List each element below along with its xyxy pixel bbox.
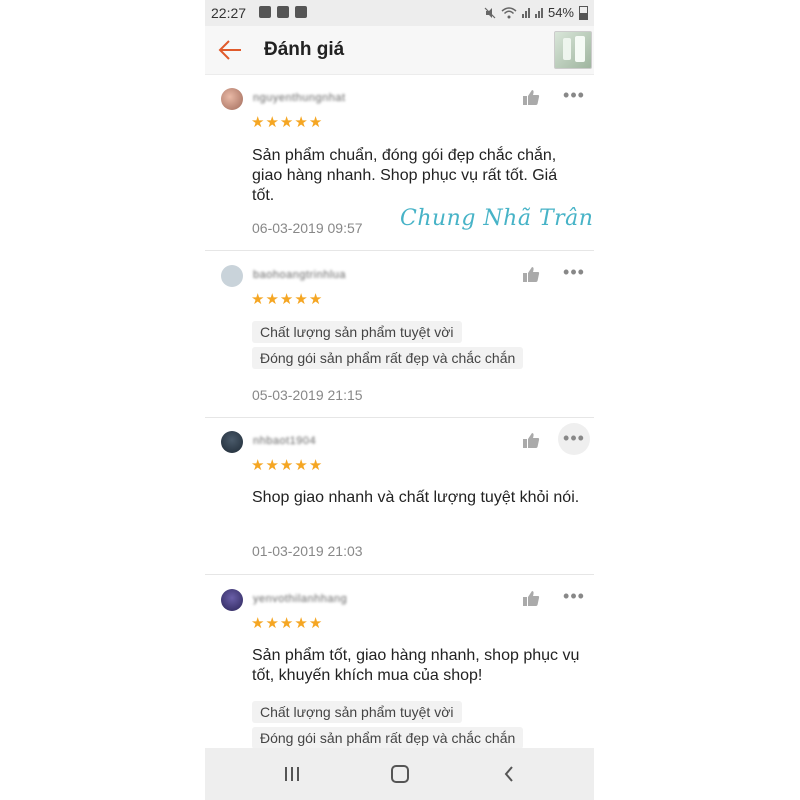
thumbs-up-icon[interactable]: [522, 432, 540, 449]
notification-icons: [259, 6, 307, 18]
reviewer-name[interactable]: baohoangtrinhlua: [253, 269, 346, 281]
phone-screen: 22:27 54% Đánh giá nguyenthungnhat ••• ★…: [205, 0, 594, 800]
star-icon: ★: [265, 114, 279, 131]
star-icon: ★: [294, 457, 308, 474]
thumbs-up-icon[interactable]: [522, 266, 540, 283]
system-icons: 54%: [484, 5, 588, 20]
review-comment: Shop giao nhanh và chất lượng tuyệt khỏi…: [252, 489, 580, 506]
star-icon: ★: [308, 615, 323, 632]
rating-stars: ★ ★ ★ ★ ★: [251, 458, 322, 473]
rating-stars: ★ ★ ★ ★ ★: [251, 292, 322, 307]
star-icon: ★: [251, 114, 265, 131]
more-options-icon[interactable]: •••: [558, 423, 590, 455]
star-icon: ★: [308, 114, 323, 131]
check-icon: [295, 6, 307, 18]
divider: [205, 250, 594, 251]
battery-percent: 54%: [547, 5, 574, 20]
star-icon: ★: [265, 291, 279, 308]
rating-stars: ★ ★ ★ ★ ★: [251, 115, 322, 130]
product-thumbnail[interactable]: [554, 31, 592, 69]
avatar[interactable]: [221, 88, 243, 110]
wifi-icon: [501, 6, 517, 18]
thumbs-up-icon[interactable]: [522, 590, 540, 607]
star-icon: ★: [308, 291, 323, 308]
review-comment: Sản phẩm tốt, giao hàng nhanh, shop phục…: [252, 647, 580, 684]
star-icon: ★: [251, 457, 265, 474]
mute-icon: [484, 7, 496, 18]
battery-icon: [579, 5, 588, 20]
recent-apps-icon[interactable]: [281, 765, 303, 783]
divider: [205, 417, 594, 418]
system-nav-bar: [205, 748, 594, 800]
thumbs-up-icon[interactable]: [522, 89, 540, 106]
rating-stars: ★ ★ ★ ★ ★: [251, 616, 322, 631]
watermark-signature: Chung Nhã Trân: [400, 206, 594, 231]
status-bar: 22:27 54%: [205, 0, 594, 26]
review-date: 01-03-2019 21:03: [252, 543, 363, 559]
review-item: baohoangtrinhlua ••• ★ ★ ★ ★ ★ Chất lượng sả…: [205, 262, 594, 418]
star-icon: ★: [294, 114, 308, 131]
review-tag: Chất lượng sản phẩm tuyệt vời: [252, 701, 462, 723]
star-icon: ★: [294, 291, 308, 308]
review-date: 05-03-2019 21:15: [252, 387, 363, 403]
review-tag: Đóng gói sản phẩm rất đẹp và chắc chắn: [252, 727, 524, 749]
review-comment: Sản phẩm chuẩn, đóng gói đẹp chắc chắn, …: [252, 147, 558, 204]
more-options-icon[interactable]: •••: [558, 257, 590, 289]
star-icon: ★: [279, 615, 294, 632]
star-icon: ★: [279, 291, 294, 308]
reviewer-name[interactable]: nhbaot1904: [253, 435, 316, 447]
star-icon: ★: [265, 615, 279, 632]
divider: [205, 574, 594, 575]
review-item: yenvothilanhhang ••• ★ ★ ★ ★ ★ Sản phẩm tốt,…: [205, 586, 594, 749]
star-icon: ★: [308, 457, 323, 474]
gallery-icon: [259, 6, 271, 18]
review-date: 06-03-2019 09:57: [252, 220, 363, 236]
signal-2-icon: [534, 7, 543, 18]
back-arrow-icon[interactable]: [217, 38, 243, 62]
more-options-icon[interactable]: •••: [558, 80, 590, 112]
star-icon: ★: [294, 615, 308, 632]
facebook-icon: [277, 6, 289, 18]
avatar[interactable]: [221, 589, 243, 611]
reviewer-name[interactable]: nguyenthungnhat: [253, 92, 346, 104]
more-options-icon[interactable]: •••: [558, 581, 590, 613]
review-tag: Chất lượng sản phẩm tuyệt vời: [252, 321, 462, 343]
home-icon[interactable]: [391, 765, 409, 783]
review-item: nhbaot1904 ••• ★ ★ ★ ★ ★ Shop giao nhanh và …: [205, 423, 594, 575]
review-tag: Đóng gói sản phẩm rất đẹp và chắc chắn: [252, 347, 524, 369]
reviewer-name[interactable]: yenvothilanhhang: [253, 593, 347, 605]
avatar[interactable]: [221, 265, 243, 287]
star-icon: ★: [265, 457, 279, 474]
avatar[interactable]: [221, 431, 243, 453]
page-title: Đánh giá: [264, 39, 345, 60]
nav-back-icon[interactable]: [502, 764, 516, 784]
star-icon: ★: [251, 615, 265, 632]
star-icon: ★: [279, 457, 294, 474]
signal-icon: [521, 7, 530, 18]
star-icon: ★: [279, 114, 294, 131]
status-time: 22:27: [211, 5, 247, 21]
app-header: Đánh giá: [205, 26, 594, 75]
star-icon: ★: [251, 291, 265, 308]
